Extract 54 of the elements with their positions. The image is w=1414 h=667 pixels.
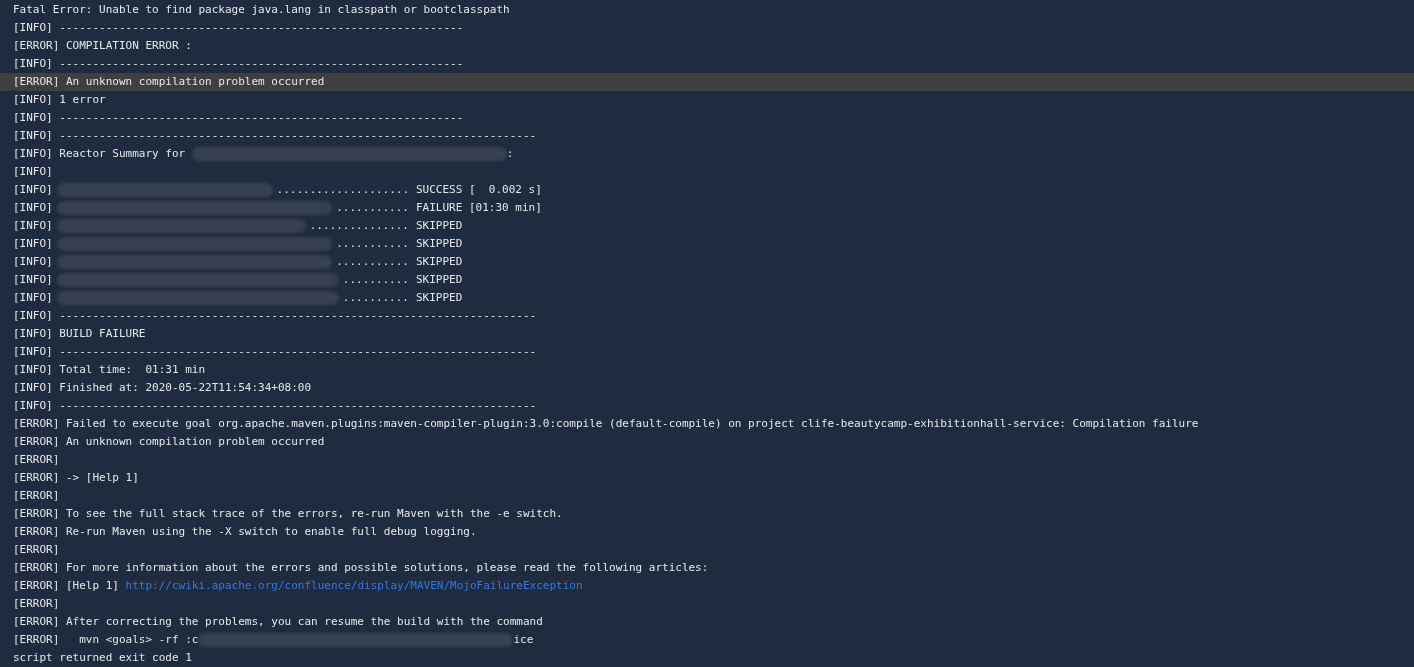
log-level: [INFO]	[13, 290, 53, 306]
log-line: [ERROR]	[13, 488, 60, 504]
log-line: [INFO]	[13, 164, 53, 180]
module-status: SUCCESS [ 0.002 s]	[416, 182, 542, 198]
dot-leader: ...........	[336, 254, 409, 270]
log-level: [INFO]	[13, 218, 53, 234]
log-line: [INFO] 1 error	[13, 92, 106, 108]
log-line: [ERROR] -> [Help 1]	[13, 470, 139, 486]
log-line: [ERROR] An unknown compilation problem occurred	[13, 74, 325, 90]
log-line: [ERROR] To see the full stack trace of the errors, re-run Maven with the -e switch.	[13, 506, 563, 522]
log-line: [ERROR] After correcting the problems, you can resume the build with the command	[13, 614, 543, 630]
dot-leader: ...........	[336, 200, 409, 216]
module-status: SKIPPED	[416, 254, 463, 270]
log-line: Fatal Error: Unable to find package java.lang in classpath or bootclasspath	[13, 2, 510, 18]
log-line: [ERROR]	[13, 596, 60, 612]
log-line: [ERROR]	[13, 452, 60, 468]
log-line: [ERROR] COMPILATION ERROR :	[13, 38, 192, 54]
log-line: [INFO] -------------------------------------------------------------	[13, 56, 464, 72]
module-status: SKIPPED	[416, 272, 463, 288]
log-level: [INFO]	[13, 182, 53, 198]
log-line: [INFO] ------------------------------------------------------------------------	[13, 398, 537, 414]
log-level: [INFO]	[13, 200, 53, 216]
log-text: [ERROR] [Help 1]	[13, 578, 120, 594]
log-line: [INFO] BUILD FAILURE	[13, 326, 146, 342]
log-line: [INFO] Total time: 01:31 min	[13, 362, 206, 378]
dot-leader: ...........	[336, 236, 409, 252]
dot-leader: ....................	[276, 182, 409, 198]
log-text: ice	[513, 632, 534, 648]
log-line: [INFO] ------------------------------------------------------------------------	[13, 128, 537, 144]
log-line: [ERROR]	[13, 542, 60, 558]
log-line: [ERROR] For more information about the errors and possible solutions, please read the following articles:	[13, 560, 709, 576]
log-text: [INFO] Reactor Summary for	[13, 146, 187, 162]
log-line: [INFO] ------------------------------------------------------------------------	[13, 344, 537, 360]
log-level: [INFO]	[13, 272, 53, 288]
log-level: [INFO]	[13, 236, 53, 252]
module-status: FAILURE [01:30 min]	[416, 200, 542, 216]
log-line: [ERROR] Failed to execute goal org.apache.maven.plugins:maven-compiler-plugin:3.0:compile (default-compile) on project clife-beautycamp-exhibitionhall-service: Compilation failure	[13, 416, 1199, 432]
log-line: [INFO] ------------------------------------------------------------------------	[13, 308, 537, 324]
module-status: SKIPPED	[416, 290, 463, 306]
log-line: [INFO] -------------------------------------------------------------	[13, 110, 464, 126]
module-status: SKIPPED	[416, 236, 463, 252]
dot-leader: ..........	[342, 272, 409, 288]
log-line: [ERROR] An unknown compilation problem occurred	[13, 434, 325, 450]
log-line: [ERROR] Re-run Maven using the -X switch to enable full debug logging.	[13, 524, 477, 540]
module-status: SKIPPED	[416, 218, 463, 234]
log-text: [ERROR] mvn <goals> -rf :c	[13, 632, 199, 648]
log-level: [INFO]	[13, 254, 53, 270]
dot-leader: ...............	[309, 218, 409, 234]
log-text: :	[506, 146, 514, 162]
log-line: [INFO] -------------------------------------------------------------	[13, 20, 464, 36]
help-link[interactable]: http://cwiki.apache.org/confluence/display/MAVEN/MojoFailureException	[125, 577, 583, 595]
log-line: [INFO] Finished at: 2020-05-22T11:54:34+08:00	[13, 380, 311, 396]
log-line: script returned exit code 1	[13, 650, 192, 666]
dot-leader: ..........	[342, 290, 409, 306]
